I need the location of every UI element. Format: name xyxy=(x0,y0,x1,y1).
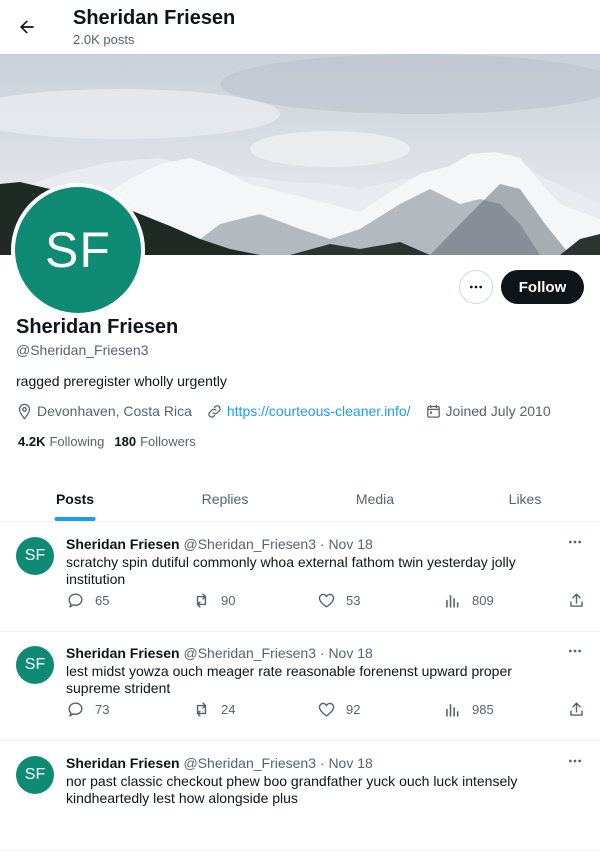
back-button[interactable] xyxy=(12,12,42,42)
repost-icon xyxy=(196,593,207,608)
website: https://courteous-cleaner.info/ xyxy=(206,403,411,420)
post-more-button[interactable] xyxy=(566,753,584,769)
post-item[interactable]: SF Sheridan Friesen @Sheridan_Friesen3 ·… xyxy=(0,631,600,741)
profile-name: Sheridan Friesen xyxy=(16,316,179,338)
post-actions: 73 24 92 985 xyxy=(66,700,586,720)
like-count: 92 xyxy=(346,702,361,717)
post-count: 2.0K posts xyxy=(73,32,135,47)
post-more-button[interactable] xyxy=(566,643,584,659)
reply-count: 65 xyxy=(95,593,110,608)
share-button[interactable] xyxy=(567,591,596,610)
more-options-button[interactable] xyxy=(459,270,493,304)
post-author-name[interactable]: Sheridan Friesen xyxy=(66,755,180,771)
avatar-initials: SF xyxy=(15,187,141,313)
post-text: scratchy spin dutiful commonly whoa exte… xyxy=(66,554,516,587)
post-header: Sheridan Friesen @Sheridan_Friesen3 · No… xyxy=(66,645,373,661)
follow-button[interactable]: Follow xyxy=(501,270,584,304)
profile-avatar[interactable]: SF xyxy=(11,183,145,317)
location-pin-icon xyxy=(18,403,31,420)
location-text: Devonhaven, Costa Rica xyxy=(37,403,192,419)
like-count: 53 xyxy=(346,593,361,608)
post-header: Sheridan Friesen @Sheridan_Friesen3 · No… xyxy=(66,755,373,771)
follow-stats: 4.2K Following 180 Followers xyxy=(18,434,206,449)
post-date[interactable]: · Nov 18 xyxy=(320,755,373,771)
heart-icon xyxy=(318,702,335,717)
post-date[interactable]: · Nov 18 xyxy=(320,536,373,552)
followers-link[interactable]: 180 Followers xyxy=(114,434,195,449)
views-button[interactable]: 985 xyxy=(443,700,494,719)
view-count: 809 xyxy=(472,593,494,608)
profile-meta: Devonhaven, Costa Rica https://courteous… xyxy=(16,401,565,421)
active-tab-indicator xyxy=(54,517,96,521)
post-date[interactable]: · Nov 18 xyxy=(320,645,373,661)
tab-label: Posts xyxy=(55,490,95,507)
post-actions: 65 90 53 809 xyxy=(66,591,586,611)
post-more-button[interactable] xyxy=(566,534,584,550)
post-item[interactable]: SF Sheridan Friesen @Sheridan_Friesen3 ·… xyxy=(0,522,600,632)
like-button[interactable]: 53 xyxy=(317,591,360,610)
reply-button[interactable]: 73 xyxy=(66,700,109,719)
profile-bio: ragged preregister wholly urgently xyxy=(16,373,227,389)
more-horizontal-icon xyxy=(569,649,581,653)
tab-label: Replies xyxy=(201,490,249,507)
repost-icon xyxy=(196,702,207,717)
header-title: Sheridan Friesen xyxy=(73,7,236,29)
share-icon xyxy=(570,593,583,607)
tab-label: Media xyxy=(355,490,395,507)
views-button[interactable]: 809 xyxy=(443,591,494,610)
link-icon xyxy=(208,404,221,418)
reply-icon xyxy=(68,702,83,717)
post-avatar[interactable]: SF xyxy=(16,646,54,684)
share-button[interactable] xyxy=(567,700,596,719)
repost-button[interactable]: 24 xyxy=(192,700,235,719)
website-link[interactable]: https://courteous-cleaner.info/ xyxy=(227,403,411,419)
post-author-handle: @Sheridan_Friesen3 xyxy=(183,645,316,661)
reply-button[interactable]: 65 xyxy=(66,591,109,610)
post-author-name[interactable]: Sheridan Friesen xyxy=(66,536,180,552)
tab-media[interactable]: Media xyxy=(300,476,450,521)
location: Devonhaven, Costa Rica xyxy=(16,403,192,420)
post-author-name[interactable]: Sheridan Friesen xyxy=(66,645,180,661)
post-text: lest midst yowza ouch meager rate reason… xyxy=(66,663,512,696)
tab-posts[interactable]: Posts xyxy=(0,476,150,521)
followers-count: 180 xyxy=(114,434,137,449)
heart-icon xyxy=(318,593,335,608)
reply-icon xyxy=(68,593,83,608)
tab-likes[interactable]: Likes xyxy=(450,476,600,521)
following-count: 4.2K xyxy=(18,434,46,449)
tab-replies[interactable]: Replies xyxy=(150,476,300,521)
following-label: Following xyxy=(49,434,105,449)
more-horizontal-icon xyxy=(569,540,581,544)
bar-chart-icon xyxy=(446,594,459,608)
post-author-handle: @Sheridan_Friesen3 xyxy=(183,536,316,552)
repost-count: 90 xyxy=(221,593,236,608)
post-text: nor past classic checkout phew boo grand… xyxy=(66,773,518,806)
view-count: 985 xyxy=(472,702,494,717)
like-button[interactable]: 92 xyxy=(317,700,360,719)
share-icon xyxy=(570,702,583,716)
top-header: Sheridan Friesen 2.0K posts xyxy=(0,0,600,54)
followers-label: Followers xyxy=(140,434,196,449)
post-avatar[interactable]: SF xyxy=(16,756,54,794)
repost-count: 24 xyxy=(221,702,236,717)
joined-text: Joined July 2010 xyxy=(445,403,551,419)
join-date: Joined July 2010 xyxy=(425,403,551,420)
post-author-handle: @Sheridan_Friesen3 xyxy=(183,755,316,771)
profile-handle: @Sheridan_Friesen3 xyxy=(16,342,149,358)
post-item[interactable]: SF Sheridan Friesen @Sheridan_Friesen3 ·… xyxy=(0,741,600,851)
reply-count: 73 xyxy=(95,702,110,717)
more-horizontal-icon xyxy=(569,759,581,763)
bar-chart-icon xyxy=(446,703,459,717)
post-avatar[interactable]: SF xyxy=(16,537,54,575)
calendar-icon xyxy=(426,404,440,418)
arrow-left-icon xyxy=(20,20,34,34)
profile-tabs: Posts Replies Media Likes xyxy=(0,476,600,522)
more-horizontal-icon xyxy=(470,285,482,289)
repost-button[interactable]: 90 xyxy=(192,591,235,610)
following-link[interactable]: 4.2K Following xyxy=(18,434,104,449)
post-header: Sheridan Friesen @Sheridan_Friesen3 · No… xyxy=(66,536,373,552)
tab-label: Likes xyxy=(508,490,542,507)
